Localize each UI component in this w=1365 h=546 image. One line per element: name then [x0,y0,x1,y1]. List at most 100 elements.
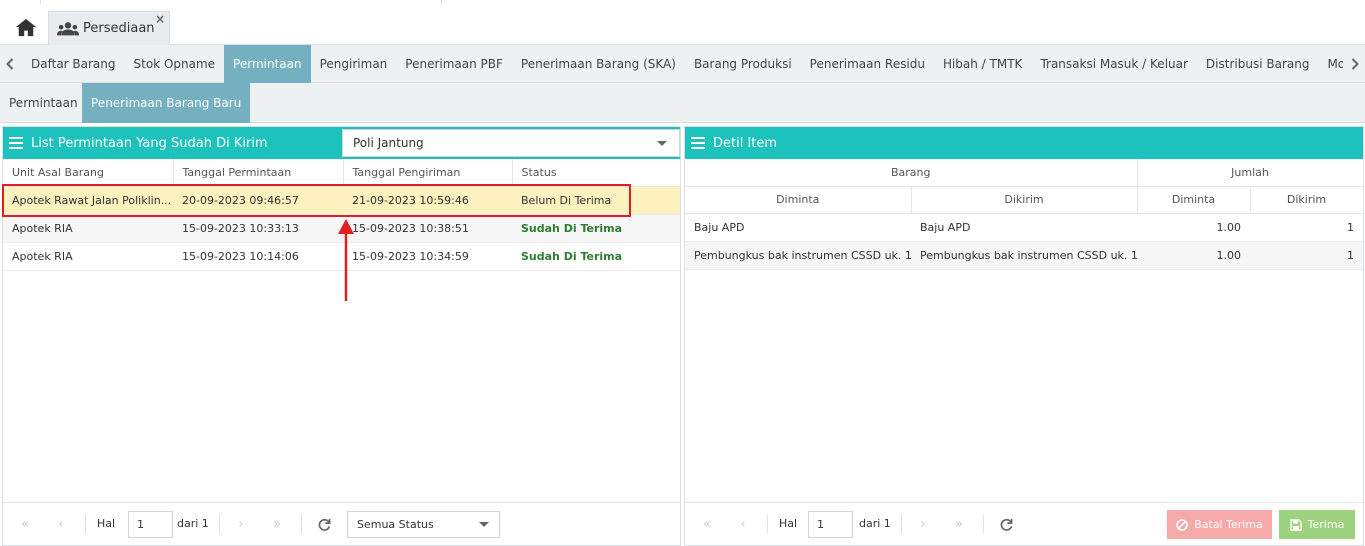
table-cell: Baju APD [685,213,911,242]
divider [40,0,41,4]
status-cell: Sudah Di Terima [512,214,680,243]
module-tab-bar: Daftar Barang Stok Opname Permintaan Pengir… [0,45,1365,83]
column-header[interactable]: Diminta [1137,186,1251,214]
table-cell: Apotek RIA [3,214,173,243]
panel-header: Detil Item [685,127,1363,159]
table-cell: 15-09-2023 10:34:59 [343,242,512,271]
module-tabs: Daftar Barang Stok Opname Permintaan Pengir… [22,45,1343,83]
table-row[interactable]: Baju APD Baju APD 1.00 1 [685,213,1364,242]
close-tab-icon[interactable]: × [155,12,165,26]
page-number-input[interactable]: 1 [808,511,853,538]
batal-terima-button[interactable]: Batal Terima [1167,510,1272,539]
prev-page-icon[interactable]: ‹ [51,513,71,535]
module-tab-penerimaan-barang-ska[interactable]: Penerimaan Barang (SKA) [512,45,685,83]
terima-button[interactable]: Terima [1279,510,1355,539]
group-header-barang: Barang [685,159,1138,187]
table-cell: Pembungkus bak instrumen CSSD uk. 110 [911,241,1138,270]
status-filter-select[interactable]: Semua Status [347,511,500,538]
table-row[interactable]: Pembungkus bak instrumen CSSD uk. 110 Pem… [685,241,1364,270]
save-icon [1289,518,1302,531]
left-pager: « ‹ Hal 1 dari 1 › » Semua Status [3,502,680,545]
module-tab-hibah-tmtk[interactable]: Hibah / TMTK [934,45,1032,83]
table-cell: 15-09-2023 10:38:51 [343,214,512,243]
first-page-icon[interactable]: « [15,513,35,535]
tab-label: Persediaan [83,21,155,36]
module-tab-monitoring[interactable]: Monitoring [1318,45,1343,83]
button-label: Terima [1307,518,1345,531]
item-detail-panel: Detil Item Barang Jumlah Diminta Dikirim… [684,126,1364,546]
button-label: Batal Terima [1194,518,1263,531]
table-cell: 1 [1250,213,1364,242]
scroll-left-icon[interactable] [0,45,20,83]
list-icon [9,137,23,149]
top-bar: Persediaan × [0,0,1365,45]
request-table: Unit Asal Barang Tanggal Permintaan Tang… [3,159,681,271]
column-header[interactable]: Dikirim [911,186,1138,214]
table-cell: Apotek RIA [3,242,173,271]
ban-icon [1176,518,1189,531]
next-page-icon[interactable]: › [231,513,251,535]
table-cell: 15-09-2023 10:33:13 [173,214,343,243]
column-header[interactable]: Tanggal Permintaan [173,159,344,187]
right-pager: « ‹ Hal 1 dari 1 › » Batal Terima Terima [685,502,1363,545]
subtab-penerimaan-barang-baru[interactable]: Penerimaan Barang Baru [82,83,251,123]
next-page-icon[interactable]: › [913,513,933,535]
page-label: Hal [779,517,798,530]
prev-page-icon[interactable]: ‹ [733,513,753,535]
group-header-jumlah: Jumlah [1137,159,1364,187]
status-cell: Sudah Di Terima [512,242,680,271]
table-cell: 21-09-2023 10:59:46 [343,186,512,215]
page-total: dari 1 [859,517,891,530]
column-header[interactable]: Dikirim [1250,186,1364,214]
first-page-icon[interactable]: « [697,513,717,535]
panel-title: Detil Item [713,135,778,151]
poli-filter-select[interactable]: Poli Jantung [342,129,680,157]
page-label: Hal [97,517,116,530]
module-tab-permintaan[interactable]: Permintaan [224,45,311,83]
table-cell: 1.00 [1137,213,1251,242]
table-cell: Baju APD [911,213,1138,242]
home-button[interactable] [8,10,44,44]
list-icon [691,137,705,149]
status-filter-value: Semua Status [357,518,434,531]
dropdown-caret-icon [657,141,667,146]
module-tab-penerimaan-residu[interactable]: Penerimaan Residu [801,45,934,83]
refresh-icon[interactable] [996,513,1016,535]
module-tab-distribusi-barang[interactable]: Distribusi Barang [1197,45,1319,83]
tab-persediaan[interactable]: Persediaan × [48,11,170,45]
item-detail-table: Barang Jumlah Diminta Dikirim Diminta Di… [685,159,1364,270]
dropdown-caret-icon [479,522,489,527]
column-header[interactable]: Diminta [685,186,912,214]
poli-filter-value: Poli Jantung [353,136,424,150]
table-cell: 1 [1250,241,1364,270]
page-number-input[interactable]: 1 [128,511,173,538]
table-row[interactable]: Apotek RIA 15-09-2023 10:14:06 15-09-2023 … [3,242,680,271]
column-header[interactable]: Status [512,159,681,187]
last-page-icon[interactable]: » [267,513,287,535]
users-icon [57,21,79,35]
column-header[interactable]: Unit Asal Barang [3,159,174,187]
sub-tab-bar: Permintaan Penerimaan Barang Baru [0,83,1365,123]
home-icon [16,18,36,37]
table-cell: 1.00 [1137,241,1251,270]
last-page-icon[interactable]: » [949,513,969,535]
panel-title: List Permintaan Yang Sudah Di Kirim [31,135,268,151]
module-tab-barang-produksi[interactable]: Barang Produksi [685,45,801,83]
module-tab-pengiriman[interactable]: Pengiriman [311,45,397,83]
module-tab-transaksi-masuk-keluar[interactable]: Transaksi Masuk / Keluar [1031,45,1196,83]
table-cell: 20-09-2023 09:46:57 [173,186,343,215]
refresh-icon[interactable] [314,513,334,535]
module-tab-stok-opname[interactable]: Stok Opname [125,45,225,83]
table-cell: Apotek Rawat Jalan Poliklin... [3,186,173,215]
divider [441,0,442,4]
scroll-right-icon[interactable] [1345,45,1365,83]
column-header[interactable]: Tanggal Pengiriman [343,159,513,187]
table-cell: Pembungkus bak instrumen CSSD uk. 110 [685,241,911,270]
module-tab-daftar-barang[interactable]: Daftar Barang [22,45,125,83]
table-row[interactable]: Apotek RIA 15-09-2023 10:33:13 15-09-2023 … [3,214,680,243]
module-tab-penerimaan-pbf[interactable]: Penerimaan PBF [396,45,512,83]
table-cell: 15-09-2023 10:14:06 [173,242,343,271]
subtab-permintaan[interactable]: Permintaan [0,83,87,123]
table-row[interactable]: Apotek Rawat Jalan Poliklin... 20-09-2023… [3,186,680,215]
request-list-panel: List Permintaan Yang Sudah Di Kirim Poli… [2,126,681,546]
